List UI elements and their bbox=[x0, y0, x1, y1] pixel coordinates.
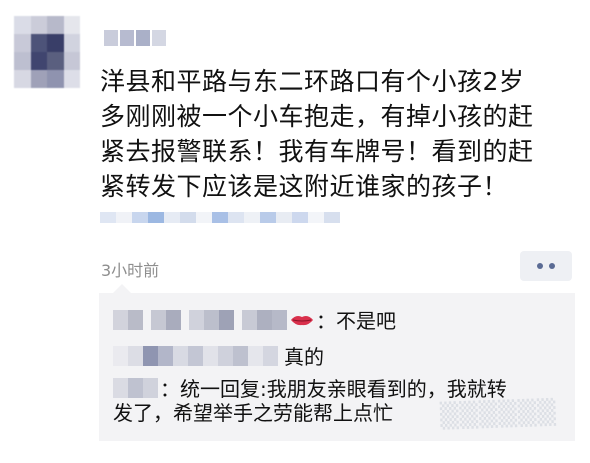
username-mosaic[interactable] bbox=[104, 30, 166, 46]
post-line: 多刚刚被一个小车抱走，有掉小孩的赶 bbox=[100, 102, 534, 131]
post-line: 紧去报警联系！我有车牌号！看到的赶 bbox=[100, 137, 534, 166]
commenter-name-mosaic[interactable] bbox=[113, 309, 287, 330]
comment-text: ：不是吧 bbox=[316, 309, 396, 333]
comment-item[interactable]: ：不是吧 bbox=[113, 305, 396, 334]
location-mosaic[interactable] bbox=[100, 212, 340, 223]
commenter-name-mosaic[interactable] bbox=[113, 377, 158, 398]
timestamp: 3小时前 bbox=[101, 261, 160, 280]
more-dots-icon bbox=[549, 263, 555, 269]
more-button[interactable] bbox=[520, 251, 572, 281]
post-line: 紧转发下应该是这附近谁家的孩子！ bbox=[100, 172, 509, 201]
comment-item[interactable]: 真的 bbox=[113, 341, 324, 370]
more-dots-icon bbox=[537, 263, 543, 269]
avatar[interactable] bbox=[14, 16, 80, 88]
post-text: 洋县和平路与东二环路口有个小孩2岁 多刚刚被一个小车抱走，有掉小孩的赶 紧去报警… bbox=[100, 64, 570, 204]
comments-section: ：不是吧 真的 ：统一回复:我朋友亲眼看到的，我就转 发了，希望举手之劳能帮上点… bbox=[99, 284, 575, 441]
post-line: 洋县和平路与东二环路口有个小孩2岁 bbox=[100, 67, 525, 96]
comment-text: 真的 bbox=[284, 345, 324, 369]
commenter-name-mosaic[interactable] bbox=[113, 345, 278, 366]
comment-text-continued: 发了，希望举手之劳能帮上点忙 bbox=[113, 401, 393, 425]
lips-icon bbox=[291, 315, 313, 325]
